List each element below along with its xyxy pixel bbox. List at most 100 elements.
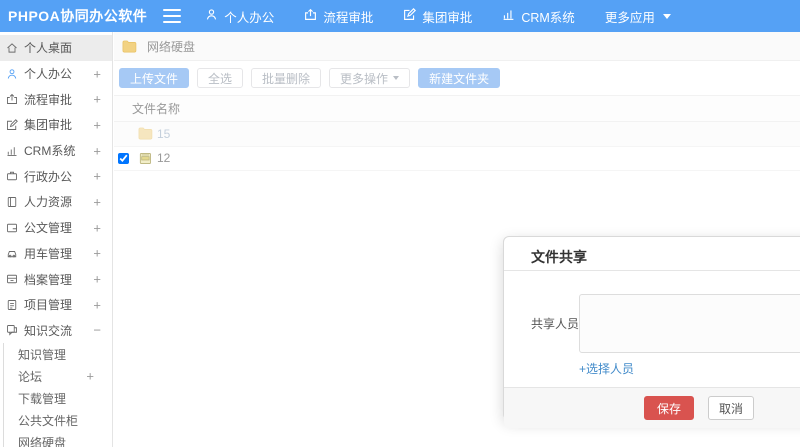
nav-crm-system[interactable]: CRM系统 [502,7,575,26]
sidebar-item-project-management[interactable]: 项目管理 + [0,292,112,318]
home-icon [6,42,18,54]
more-operations-label: 更多操作 [340,71,389,86]
expand-plus-icon[interactable]: + [93,169,101,184]
sidebar-subitem-label: 公共文件柜 [18,413,79,428]
modal-header: 文件共享 [504,237,800,271]
file-checkbox[interactable] [118,152,129,164]
more-operations-button[interactable]: 更多操作 [329,68,411,88]
edit-icon [403,8,417,24]
breadcrumb: 网络硬盘 [114,32,800,61]
cancel-button[interactable]: 取消 [708,396,755,420]
breadcrumb-label: 网络硬盘 [147,39,196,54]
modal-footer: 保存 取消 [504,387,800,428]
sidebar-item-admin-office[interactable]: 行政办公 + [0,163,112,189]
sidebar-item-label: 人力资源 [24,195,73,210]
sidebar-subitem-label: 下载管理 [18,391,67,406]
sidebar-item-crm-system[interactable]: CRM系统 + [0,138,112,164]
select-personnel-link[interactable]: +选择人员 [579,360,634,377]
nav-label: 流程审批 [323,10,374,25]
expand-plus-icon[interactable]: + [93,117,101,132]
sidebar-item-label: 用车管理 [24,246,73,261]
sidebar-subitem-knowledge-management[interactable]: 知识管理 [4,343,112,365]
share-personnel-input[interactable] [579,294,800,353]
sidebar-item-personal-desktop[interactable]: 个人桌面 [0,35,112,61]
batch-delete-button[interactable]: 批量删除 [251,68,322,88]
sidebar-subitem-forum[interactable]: 论坛 + [4,365,112,387]
expand-plus-icon[interactable]: + [93,143,101,158]
file-share-modal: 文件共享 共享人员 +选择人员 保存 取消 [503,236,800,428]
folder-icon [138,127,153,140]
app-logo: PHPOA协同办公软件 [8,8,148,24]
save-button[interactable]: 保存 [644,396,695,420]
folder-icon [122,40,137,53]
sidebar-subitem-public-file-cabinet[interactable]: 公共文件柜 [4,409,112,431]
sidebar-subitem-network-disk[interactable]: 网络硬盘 [4,431,112,447]
top-header-bar: PHPOA协同办公软件 个人办公 流程审批 集团审批 CRM系统 更多应用 [0,0,800,32]
share-icon [304,8,317,24]
new-folder-button[interactable]: 新建文件夹 [418,68,501,88]
sidebar-item-label: 个人办公 [24,67,73,82]
chart-icon [6,145,18,157]
chart-icon [502,8,515,24]
caret-down-icon [393,76,400,80]
sidebar-item-workflow-approval[interactable]: 流程审批 + [0,86,112,112]
expand-plus-icon[interactable]: + [93,220,101,235]
caret-down-icon [662,13,671,19]
sidebar-subitem-label: 网络硬盘 [18,435,67,447]
expand-plus-icon[interactable]: + [93,272,101,287]
sidebar-item-archive-management[interactable]: 档案管理 + [0,266,112,292]
sidebar-subitem-download-management[interactable]: 下载管理 [4,387,112,409]
car-icon [6,247,18,259]
sidebar-item-label: 知识交流 [24,323,73,338]
share-personnel-label: 共享人员 [531,317,580,331]
upload-file-button[interactable]: 上传文件 [119,68,190,88]
sidebar-item-label: 项目管理 [24,298,73,313]
sidebar-item-vehicle-management[interactable]: 用车管理 + [0,241,112,267]
modal-title: 文件共享 [531,249,587,265]
table-row[interactable]: 12 [114,147,800,171]
expand-plus-icon[interactable]: + [93,66,101,81]
sidebar-item-label: 流程审批 [24,92,73,107]
sidebar-item-label: 个人桌面 [24,41,73,56]
file-name-column-header: 文件名称 [114,95,800,122]
knowledge-exchange-submenu: 知识管理 论坛 + 下载管理 公共文件柜 网络硬盘 [3,343,112,447]
sidebar-item-group-approval[interactable]: 集团审批 + [0,112,112,138]
sidebar-menu: 个人桌面 个人办公 + 流程审批 + 集团审批 + CRM系统 + 行政办公 +… [0,32,113,447]
modal-body: 共享人员 +选择人员 [504,271,800,378]
sidebar-item-personal-office[interactable]: 个人办公 + [0,61,112,87]
edit-icon [6,119,18,131]
nav-label: 更多应用 [604,10,655,25]
sidebar-item-label: CRM系统 [24,144,76,159]
chat-icon [6,324,18,336]
share-icon [6,93,18,105]
sidebar-item-label: 集团审批 [24,118,73,133]
nav-label: 集团审批 [422,10,473,25]
file-table: 文件名称 15 12 [114,95,800,171]
expand-plus-icon[interactable]: + [93,246,101,261]
sidebar-item-human-resources[interactable]: 人力资源 + [0,189,112,215]
expand-plus-icon[interactable]: + [93,92,101,107]
expand-plus-icon[interactable]: + [93,194,101,209]
archive-icon [6,273,18,285]
sidebar-item-label: 行政办公 [24,169,73,184]
top-navigation: 个人办公 流程审批 集团审批 CRM系统 更多应用 [205,7,671,26]
select-all-button[interactable]: 全选 [197,68,244,88]
sidebar-item-label: 档案管理 [24,272,73,287]
sidebar-item-document-management[interactable]: 公文管理 + [0,215,112,241]
hamburger-menu-icon[interactable] [163,9,182,23]
nav-more-apps[interactable]: 更多应用 [605,7,671,26]
expand-plus-icon[interactable]: + [86,369,94,384]
nav-group-approval[interactable]: 集团审批 [403,7,472,26]
nav-label: 个人办公 [224,10,275,25]
collapse-minus-icon[interactable]: − [93,323,101,338]
nav-personal-office[interactable]: 个人办公 [205,7,274,26]
table-row[interactable]: 15 [114,122,800,147]
file-name: 12 [157,151,171,166]
expand-plus-icon[interactable]: + [93,297,101,312]
sidebar-item-knowledge-exchange[interactable]: 知识交流 − [0,318,112,344]
user-icon [6,68,18,80]
sidebar-item-label: 公文管理 [24,221,73,236]
document-icon [6,222,18,234]
nav-workflow-approval[interactable]: 流程审批 [304,7,373,26]
file-name: 15 [157,126,171,141]
